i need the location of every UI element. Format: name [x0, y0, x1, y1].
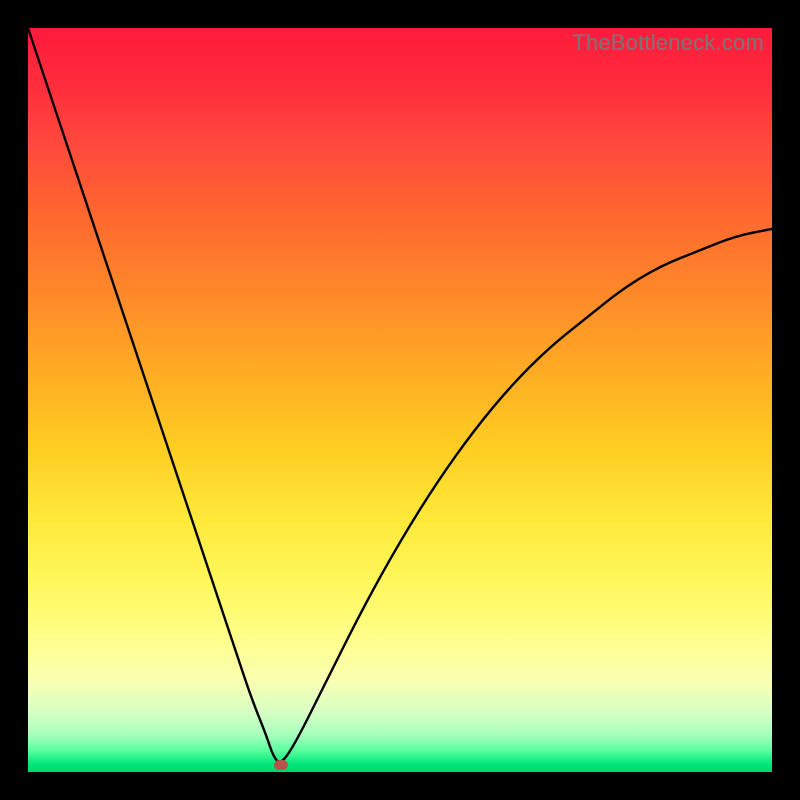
- plot-area: TheBottleneck.com: [28, 28, 772, 772]
- chart-frame: TheBottleneck.com: [0, 0, 800, 800]
- optimum-marker: [274, 760, 288, 770]
- bottleneck-curve: [28, 28, 772, 772]
